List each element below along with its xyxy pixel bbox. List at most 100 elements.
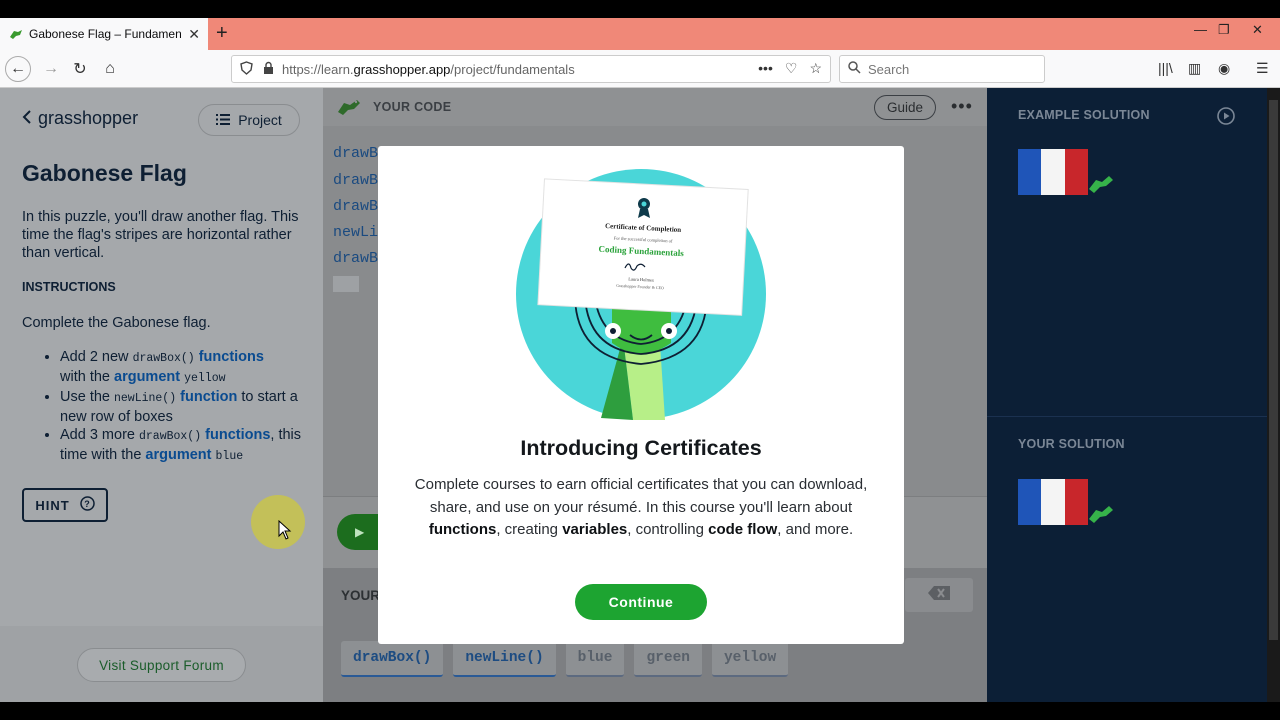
top-letterbox: [0, 0, 1280, 18]
more-options-icon[interactable]: •••: [951, 96, 973, 117]
continue-button[interactable]: Continue: [575, 584, 707, 620]
hint-button[interactable]: HINT ?: [22, 488, 108, 522]
flag-stripe-blue: [1018, 479, 1042, 525]
project-button-label: Project: [238, 112, 282, 128]
key-newline[interactable]: newLine(): [453, 641, 556, 677]
instruction-code: blue: [215, 450, 244, 463]
functions-link[interactable]: functions: [199, 349, 264, 365]
play-icon: ▶: [355, 525, 365, 539]
code-line[interactable]: newLi: [333, 224, 378, 241]
search-icon: [848, 61, 861, 77]
grasshopper-icon: [338, 100, 360, 115]
grasshopper-logo[interactable]: grasshopper: [22, 108, 138, 129]
url-prefix: https://learn.: [282, 61, 354, 77]
code-insertion-box[interactable]: [333, 276, 359, 292]
menu-icon[interactable]: ☰: [1256, 60, 1269, 77]
certificate-illustration: Certificate of Completion For the succes…: [516, 169, 766, 420]
instruction-code: drawBox(): [139, 430, 202, 443]
scrollbar[interactable]: [1267, 88, 1280, 702]
restore-icon[interactable]: ❐: [1218, 22, 1230, 38]
search-placeholder: Search: [868, 61, 910, 77]
argument-link[interactable]: argument: [145, 447, 211, 463]
key-drawbox[interactable]: drawBox(): [341, 641, 444, 677]
argument-link[interactable]: argument: [114, 369, 180, 385]
functions-link[interactable]: functions: [205, 427, 270, 443]
example-flag: [1018, 149, 1088, 195]
code-line[interactable]: drawB: [333, 250, 378, 267]
hint-label: HINT: [35, 497, 70, 513]
puzzle-title: Gabonese Flag: [22, 160, 187, 186]
support-forum-button[interactable]: Visit Support Forum: [77, 648, 246, 682]
flag-stripe-red: [1064, 479, 1088, 525]
modal-title: Introducing Certificates: [520, 436, 762, 460]
your-solution-label: YOUR SOLUTION: [1018, 437, 1125, 451]
svg-text:?: ?: [84, 499, 91, 509]
home-icon[interactable]: ⌂: [97, 56, 123, 82]
url-bar[interactable]: https://learn. grasshopper.app/project/fu…: [231, 55, 831, 83]
key-blue[interactable]: blue: [565, 641, 625, 677]
code-line[interactable]: drawB: [333, 198, 378, 215]
url-domain: grasshopper.app: [353, 61, 451, 77]
your-keys-label: YOUR: [341, 588, 381, 603]
mouse-cursor-icon: [278, 520, 292, 540]
solution-panel: EXAMPLE SOLUTION YOUR SOLUTION: [987, 88, 1267, 702]
flag-stripe-blue: [1018, 149, 1042, 195]
function-link[interactable]: function: [180, 389, 237, 405]
chevron-left-icon[interactable]: [22, 108, 32, 129]
code-keys: drawBox() newLine() blue green yellow: [341, 641, 789, 677]
bookmark-star-icon[interactable]: ☆: [809, 60, 822, 77]
list-icon: [216, 112, 231, 128]
reload-icon[interactable]: ↻: [67, 56, 93, 82]
modal-body-bold: variables: [562, 521, 628, 539]
pocket-icon[interactable]: ♡: [785, 60, 798, 77]
delete-button[interactable]: [905, 578, 973, 612]
account-icon[interactable]: ◉: [1218, 60, 1230, 77]
grasshopper-icon: [1089, 176, 1113, 193]
project-button[interactable]: Project: [198, 104, 300, 136]
tab-close-icon[interactable]: ✕: [188, 26, 200, 43]
library-icon[interactable]: |||\: [1158, 60, 1173, 76]
screen: Gabonese Flag – Fundamentals ✕ + — ❐ ✕ ←…: [0, 0, 1280, 720]
list-item: Add 3 more drawBox() functions, this tim…: [60, 426, 306, 466]
flag-stripe-white: [1041, 479, 1065, 525]
url-actions: ••• ♡ ☆: [758, 60, 822, 77]
code-line[interactable]: drawB: [333, 172, 378, 189]
sidebar-icon[interactable]: ▥: [1188, 60, 1201, 77]
instruction-text: with the: [60, 369, 114, 385]
window-close-icon[interactable]: ✕: [1252, 22, 1263, 38]
shield-icon: [240, 60, 253, 78]
logo-text: grasshopper: [38, 108, 139, 128]
code-line[interactable]: drawB: [333, 145, 378, 162]
modal-body-text: , controlling: [627, 521, 709, 539]
modal-body-text: , and more.: [777, 521, 854, 539]
editor-header: YOUR CODE Guide •••: [323, 88, 987, 126]
play-circle-icon[interactable]: [1217, 107, 1235, 125]
new-tab-icon[interactable]: +: [216, 22, 228, 45]
flag-stripe-red: [1064, 149, 1088, 195]
instruction-text: Add 2 new: [60, 349, 133, 365]
your-flag: [1018, 479, 1088, 525]
forward-icon[interactable]: →: [38, 56, 64, 82]
minimize-icon[interactable]: —: [1194, 22, 1207, 37]
search-input[interactable]: Search: [839, 55, 1045, 83]
browser-tab[interactable]: Gabonese Flag – Fundamentals ✕: [0, 18, 208, 50]
help-circle-icon: ?: [79, 496, 95, 514]
instruction-code: newLine(): [114, 392, 177, 405]
key-yellow[interactable]: yellow: [711, 641, 789, 677]
example-solution-label: EXAMPLE SOLUTION: [1018, 108, 1150, 122]
panel-divider: [987, 416, 1267, 417]
key-green[interactable]: green: [634, 641, 702, 677]
modal-body-bold: functions: [428, 521, 497, 539]
instructions-panel: grasshopper Project Gabonese Flag In thi…: [0, 88, 323, 702]
back-icon[interactable]: ←: [5, 56, 31, 82]
guide-button[interactable]: Guide: [874, 95, 936, 120]
list-item: Add 2 new drawBox() functions with the a…: [60, 348, 306, 388]
instruction-text: Add 3 more: [60, 427, 139, 443]
list-item: Use the newLine() function to start a ne…: [60, 388, 306, 426]
instructions-heading: INSTRUCTIONS: [22, 280, 116, 294]
your-code-label: YOUR CODE: [373, 100, 452, 114]
instruction-summary: Complete the Gabonese flag.: [22, 315, 211, 331]
page-actions-icon[interactable]: •••: [758, 60, 773, 77]
scrollbar-thumb[interactable]: [1269, 100, 1278, 640]
instruction-code: yellow: [184, 372, 226, 385]
